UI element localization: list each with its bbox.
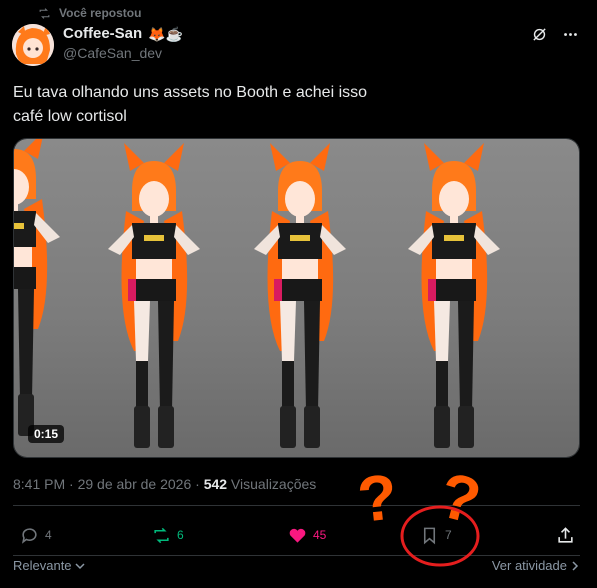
post-datetime[interactable]: 8:41 PM · 29 de abr de 2026 · <box>13 476 204 492</box>
author-name[interactable]: Coffee-San <box>63 25 142 42</box>
repost-button[interactable]: 6 <box>152 520 184 550</box>
share-icon <box>558 526 573 543</box>
post-text: Eu tava olhando uns assets no Booth e ac… <box>13 81 573 129</box>
repost-count: 6 <box>177 528 184 542</box>
video-duration: 0:15 <box>28 425 65 443</box>
post-text-line-2: café low cortisol <box>13 108 127 125</box>
author-emojis: 🦊☕ <box>148 25 184 42</box>
video-frame <box>14 139 579 457</box>
author-block[interactable]: Coffee-San 🦊☕ @CafeSan_dev <box>63 25 183 61</box>
views-count: 542 <box>203 476 228 492</box>
divider-bottom <box>13 555 580 556</box>
sort-relevant[interactable]: Relevante <box>13 558 85 573</box>
reply-icon <box>21 527 37 544</box>
avatar[interactable] <box>12 24 54 66</box>
share-button[interactable] <box>556 520 575 550</box>
author-handle[interactable]: @CafeSan_dev <box>63 45 183 61</box>
reply-button[interactable]: 4 <box>20 520 52 550</box>
chevron-down-icon <box>75 562 85 569</box>
avatar-image <box>12 24 54 66</box>
bookmark-icon <box>423 527 436 544</box>
chevron-right-icon <box>572 560 579 571</box>
reply-footer: Relevante Ver atividade <box>13 558 580 573</box>
activity-label: Ver atividade <box>491 558 567 573</box>
sort-label: Relevante <box>13 558 72 573</box>
action-bar: 4 6 45 7 <box>0 520 597 550</box>
post-meta: 8:41 PM · 29 de abr de 2026 · 542 Visual… <box>13 476 316 492</box>
view-activity[interactable]: Ver atividade <box>492 558 580 573</box>
repost-icon <box>154 527 169 543</box>
repost-label: Você repostou <box>59 6 142 20</box>
repost-icon <box>39 7 50 19</box>
reply-count: 4 <box>45 528 52 542</box>
like-count: 45 <box>313 528 327 542</box>
post-text-line-1: Eu tava olhando uns assets no Booth e ac… <box>13 84 368 101</box>
divider-top <box>13 505 580 506</box>
heart-icon <box>289 528 306 543</box>
views-label: Visualizações <box>227 476 317 492</box>
bookmark-button[interactable]: 7 <box>420 520 452 550</box>
grok-icon[interactable] <box>531 26 548 43</box>
bookmark-count: 7 <box>445 528 452 542</box>
video-player[interactable] <box>13 138 580 458</box>
repost-indicator[interactable]: Você repostou <box>38 5 141 21</box>
like-button[interactable]: 45 <box>288 520 326 550</box>
more-options-icon[interactable] <box>562 26 579 43</box>
